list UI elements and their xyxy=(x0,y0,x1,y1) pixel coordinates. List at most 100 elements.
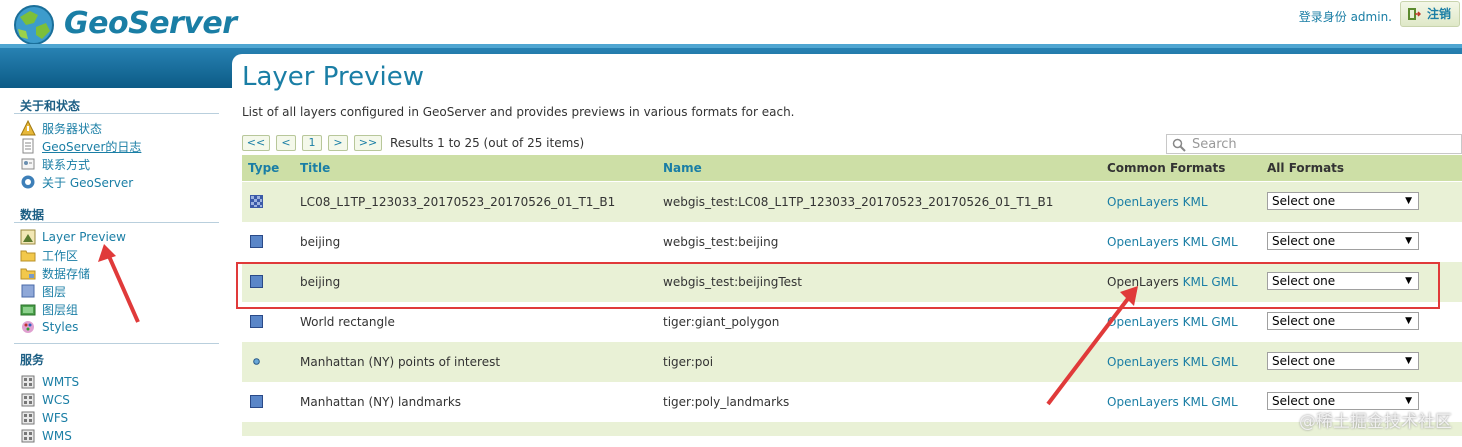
sidebar-item-wcs[interactable]: WCS xyxy=(20,391,70,409)
contact-icon xyxy=(20,156,36,172)
gml-link[interactable]: GML xyxy=(1211,235,1237,249)
search-input[interactable]: Search xyxy=(1166,134,1462,154)
table-row: beijing webgis_test:beijing OpenLayers K… xyxy=(242,222,1462,262)
main-content: Layer Preview List of all layers configu… xyxy=(232,54,1462,436)
sidebar-item-contact[interactable]: 联系方式 xyxy=(20,155,90,173)
divider xyxy=(14,222,219,223)
all-formats-select[interactable]: Select one ▼ xyxy=(1267,192,1419,210)
layer-name: tiger:poi xyxy=(663,355,714,369)
sidebar-item-server-status[interactable]: 服务器状态 xyxy=(20,119,102,137)
column-header-all-formats: All Formats xyxy=(1267,161,1345,175)
about-icon xyxy=(20,174,36,190)
sidebar-item-styles[interactable]: Styles xyxy=(20,318,78,336)
search-icon xyxy=(1172,138,1186,152)
layer-title: Manhattan (NY) points of interest xyxy=(300,355,501,369)
table-row: LC08_L1TP_123033_20170523_20170526_01_T1… xyxy=(242,182,1462,222)
service-icon xyxy=(20,428,36,444)
folder-icon xyxy=(20,247,36,263)
layer-title: World rectangle xyxy=(300,315,395,329)
column-header-name[interactable]: Name xyxy=(663,161,702,175)
sidebar-item-workspaces[interactable]: 工作区 xyxy=(20,246,78,264)
gml-link[interactable]: GML xyxy=(1211,315,1237,329)
openlayers-link[interactable]: OpenLayers xyxy=(1107,195,1179,209)
sidebar-item-datastores[interactable]: 数据存储 xyxy=(20,264,90,282)
all-formats-select[interactable]: Select one ▼ xyxy=(1267,232,1419,250)
layer-preview-icon xyxy=(20,229,36,245)
sidebar-item-wmts[interactable]: WMTS xyxy=(20,373,79,391)
layer-title: LC08_L1TP_123033_20170523_20170526_01_T1… xyxy=(300,195,616,209)
gml-link[interactable]: GML xyxy=(1211,355,1237,369)
server-status-icon xyxy=(20,119,36,136)
sidebar-item-layer-preview[interactable]: Layer Preview xyxy=(20,228,126,246)
layer-icon xyxy=(20,283,36,299)
prev-page-button[interactable]: < xyxy=(276,135,296,151)
openlayers-link[interactable]: OpenLayers xyxy=(1107,315,1179,329)
layer-name: tiger:giant_polygon xyxy=(663,315,780,329)
log-icon xyxy=(20,138,36,154)
kml-link[interactable]: KML xyxy=(1183,195,1208,209)
sidebar-item-wms[interactable]: WMS xyxy=(20,427,72,445)
last-page-button[interactable]: >> xyxy=(354,135,382,151)
column-header-type[interactable]: Type xyxy=(248,161,279,175)
next-page-button[interactable]: > xyxy=(328,135,348,151)
openlayers-link[interactable]: OpenLayers xyxy=(1107,395,1179,409)
divider xyxy=(14,113,219,114)
layer-group-icon xyxy=(20,301,36,317)
sidebar-item-layer-groups[interactable]: 图层组 xyxy=(20,300,78,318)
kml-link[interactable]: KML xyxy=(1183,315,1208,329)
sidebar-item-wfs[interactable]: WFS xyxy=(20,409,68,427)
common-formats: OpenLayers KML GML xyxy=(1107,315,1238,329)
search-placeholder: Search xyxy=(1192,137,1237,152)
service-icon xyxy=(20,392,36,408)
common-formats: OpenLayers KML xyxy=(1107,195,1208,209)
geoserver-logo-icon[interactable] xyxy=(8,3,60,47)
styles-icon xyxy=(20,319,36,335)
sidebar-section-services: 服务 xyxy=(20,353,45,367)
all-formats-select[interactable]: Select one ▼ xyxy=(1267,352,1419,370)
sidebar-section-about: 关于和状态 xyxy=(20,99,81,113)
sidebar-item-about[interactable]: 关于 GeoServer xyxy=(20,173,133,191)
kml-link[interactable]: KML xyxy=(1183,355,1208,369)
page-1-button[interactable]: 1 xyxy=(302,135,322,151)
table-row: Manhattan (NY) landmarks tiger:poly_land… xyxy=(242,382,1462,422)
sidebar-item-log[interactable]: GeoServer的日志 xyxy=(20,137,141,155)
column-header-title[interactable]: Title xyxy=(300,161,330,175)
top-bar: GeoServer 登录身份 admin. 注销 xyxy=(0,0,1462,47)
sidebar-section-data: 数据 xyxy=(20,208,45,222)
all-formats-select[interactable]: Select one ▼ xyxy=(1267,312,1419,330)
kml-link[interactable]: KML xyxy=(1183,235,1208,249)
openlayers-link[interactable]: OpenLayers xyxy=(1107,355,1179,369)
openlayers-link[interactable]: OpenLayers xyxy=(1107,235,1179,249)
kml-link[interactable]: KML xyxy=(1183,395,1208,409)
layer-name: tiger:poly_landmarks xyxy=(663,395,790,409)
common-formats: OpenLayers KML GML xyxy=(1107,395,1238,409)
polygon-type-icon xyxy=(250,315,263,328)
table-row xyxy=(242,422,1462,436)
logout-icon xyxy=(1408,8,1421,20)
divider xyxy=(14,343,219,344)
table-header: Type Title Name Common Formats All Forma… xyxy=(242,155,1462,181)
point-type-icon xyxy=(253,358,260,365)
layer-title: beijing xyxy=(300,235,341,249)
datastore-icon xyxy=(20,265,36,281)
layer-title: Manhattan (NY) landmarks xyxy=(300,395,462,409)
layer-name: webgis_test:LC08_L1TP_123033_20170523_20… xyxy=(663,195,1054,209)
logout-button[interactable]: 注销 xyxy=(1400,1,1460,27)
sidebar-item-layers[interactable]: 图层 xyxy=(20,282,66,300)
column-header-common-formats: Common Formats xyxy=(1107,161,1226,175)
common-formats: OpenLayers KML GML xyxy=(1107,355,1238,369)
sidebar: 关于和状态 服务器状态 GeoServer的日志 联系方式 关于 GeoServ… xyxy=(0,88,232,443)
first-page-button[interactable]: << xyxy=(242,135,270,151)
results-info: Results 1 to 25 (out of 25 items) xyxy=(390,136,585,150)
page-title: Layer Preview xyxy=(242,62,424,92)
layer-name: webgis_test:beijing xyxy=(663,235,779,249)
brand-name[interactable]: GeoServer xyxy=(64,6,237,41)
watermark: @稀土掘金技术社区 xyxy=(1299,412,1452,432)
table-row: Manhattan (NY) points of interest tiger:… xyxy=(242,342,1462,382)
logout-label: 注销 xyxy=(1427,7,1452,21)
service-icon xyxy=(20,410,36,426)
pager: << < 1 > >> Results 1 to 25 (out of 25 i… xyxy=(242,134,584,152)
polygon-type-icon xyxy=(250,235,263,248)
common-formats: OpenLayers KML GML xyxy=(1107,235,1238,249)
gml-link[interactable]: GML xyxy=(1211,395,1237,409)
